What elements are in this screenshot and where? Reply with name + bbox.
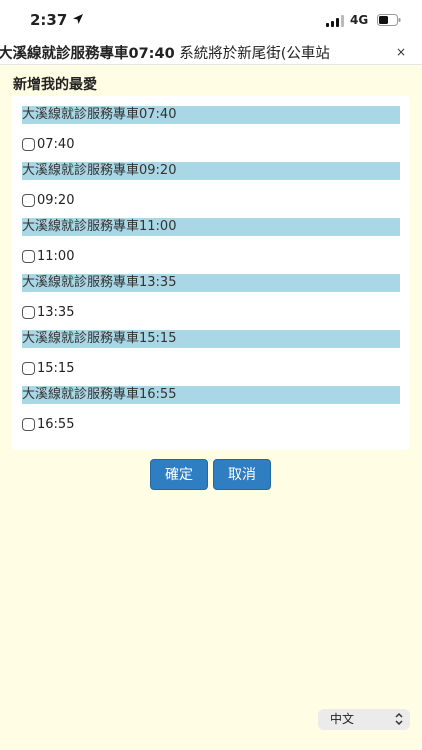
- announcement-text: 系統將於新尾街(公車站: [174, 46, 330, 62]
- route-option-1655[interactable]: 16:55: [22, 414, 74, 434]
- confirm-button[interactable]: 確定: [150, 459, 208, 490]
- option-time: 11:00: [37, 248, 75, 264]
- signal-icon: [326, 15, 344, 27]
- checkbox[interactable]: [22, 417, 35, 431]
- checkbox[interactable]: [22, 193, 35, 207]
- announcement-banner: 大溪線就診服務專車07:40 系統將於新尾街(公車站 ×: [0, 40, 422, 65]
- checkbox[interactable]: [22, 137, 35, 151]
- language-value: 中文: [330, 712, 355, 726]
- route-header: 大溪線就診服務專車13:35: [22, 274, 400, 292]
- battery-icon: [377, 14, 401, 26]
- route-header: 大溪線就診服務專車09:20: [22, 162, 400, 180]
- option-time: 07:40: [37, 136, 75, 152]
- route-option-0740[interactable]: 07:40: [22, 134, 74, 154]
- announcement-marquee: 大溪線就診服務專車07:40 系統將於新尾街(公車站: [0, 42, 330, 63]
- cancel-button[interactable]: 取消: [213, 459, 271, 490]
- status-bar: 2:37 4G: [0, 0, 422, 40]
- checkbox[interactable]: [22, 361, 35, 375]
- network-type: 4G: [350, 13, 369, 27]
- route-header: 大溪線就診服務專車11:00: [22, 218, 400, 236]
- route-header: 大溪線就診服務專車16:55: [22, 386, 400, 404]
- route-option-1335[interactable]: 13:35: [22, 302, 74, 322]
- option-time: 16:55: [37, 416, 75, 432]
- favorites-panel: 大溪線就診服務專車07:40 07:40 大溪線就診服務專車09:20 09:2…: [12, 96, 410, 450]
- route-header: 大溪線就診服務專車07:40: [22, 106, 400, 124]
- location-arrow-icon: [73, 14, 83, 24]
- route-option-1515[interactable]: 15:15: [22, 358, 74, 378]
- route-header: 大溪線就診服務專車15:15: [22, 330, 400, 348]
- checkbox[interactable]: [22, 305, 35, 319]
- option-time: 13:35: [37, 304, 75, 320]
- language-select[interactable]: 中文: [318, 709, 410, 730]
- dialog-title: 新增我的最愛: [13, 77, 97, 93]
- option-time: 09:20: [37, 192, 75, 208]
- route-option-1100[interactable]: 11:00: [22, 246, 74, 266]
- checkbox[interactable]: [22, 249, 35, 263]
- option-time: 15:15: [37, 360, 75, 376]
- route-option-0920[interactable]: 09:20: [22, 190, 74, 210]
- announcement-route: 大溪線就診服務專車07:40: [0, 46, 175, 62]
- status-time: 2:37: [30, 11, 68, 29]
- close-banner-button[interactable]: ×: [388, 43, 414, 61]
- chevron-up-down-icon: [395, 712, 403, 726]
